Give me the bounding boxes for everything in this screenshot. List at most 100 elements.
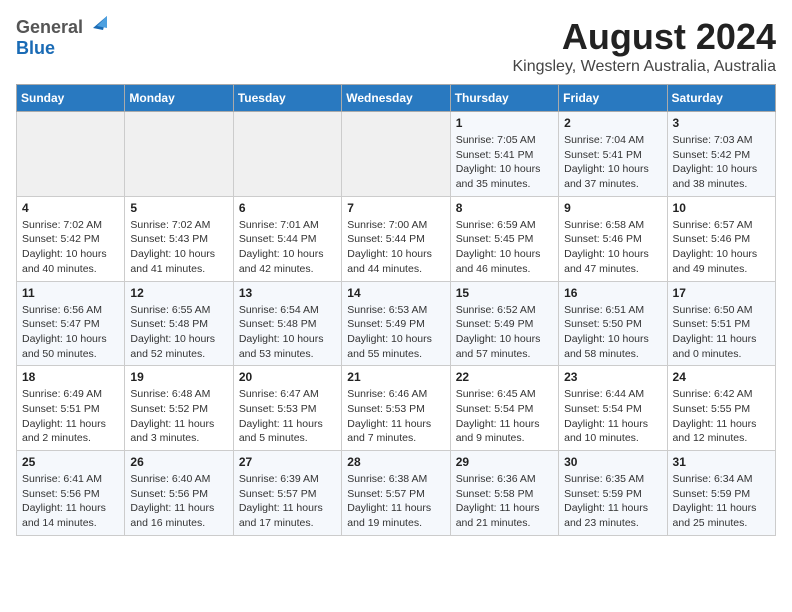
day-info: Sunrise: 7:02 AMSunset: 5:42 PMDaylight:… — [22, 218, 119, 277]
calendar-week-row: 11 Sunrise: 6:56 AMSunset: 5:47 PMDayligh… — [17, 281, 776, 366]
logo-blue-text: Blue — [16, 39, 55, 59]
calendar-cell: 6 Sunrise: 7:01 AMSunset: 5:44 PMDaylight… — [233, 196, 341, 281]
title-block: August 2024 Kingsley, Western Australia,… — [512, 16, 776, 76]
calendar-cell: 11 Sunrise: 6:56 AMSunset: 5:47 PMDayligh… — [17, 281, 125, 366]
logo-general-text: General — [16, 18, 83, 38]
calendar-cell: 8 Sunrise: 6:59 AMSunset: 5:45 PMDaylight… — [450, 196, 558, 281]
calendar-cell: 17Sunrise: 6:50 AMSunset: 5:51 PMDayligh… — [667, 281, 775, 366]
calendar-cell: 29 Sunrise: 6:36 AMSunset: 5:58 PMDayligh… — [450, 451, 558, 536]
day-number: 3 — [673, 116, 770, 130]
day-number: 30 — [564, 455, 661, 469]
day-number: 5 — [130, 201, 227, 215]
calendar-cell — [233, 112, 341, 197]
day-info: Sunrise: 6:53 AMSunset: 5:49 PMDaylight:… — [347, 303, 444, 362]
calendar-cell: 26Sunrise: 6:40 AMSunset: 5:56 PMDayligh… — [125, 451, 233, 536]
day-number: 13 — [239, 286, 336, 300]
day-number: 12 — [130, 286, 227, 300]
calendar-cell: 19 Sunrise: 6:48 AMSunset: 5:52 PMDayligh… — [125, 366, 233, 451]
day-number: 28 — [347, 455, 444, 469]
day-header-saturday: Saturday — [667, 85, 775, 112]
calendar-cell: 20Sunrise: 6:47 AMSunset: 5:53 PMDayligh… — [233, 366, 341, 451]
day-number: 23 — [564, 370, 661, 384]
calendar-cell: 1 Sunrise: 7:05 AMSunset: 5:41 PMDaylight… — [450, 112, 558, 197]
day-number: 1 — [456, 116, 553, 130]
day-info: Sunrise: 6:52 AMSunset: 5:49 PMDaylight:… — [456, 303, 553, 362]
calendar-cell: 25 Sunrise: 6:41 AMSunset: 5:56 PMDayligh… — [17, 451, 125, 536]
calendar-cell: 31 Sunrise: 6:34 AMSunset: 5:59 PMDayligh… — [667, 451, 775, 536]
calendar-week-row: 1 Sunrise: 7:05 AMSunset: 5:41 PMDaylight… — [17, 112, 776, 197]
day-info: Sunrise: 7:02 AMSunset: 5:43 PMDaylight:… — [130, 218, 227, 277]
calendar-cell: 12 Sunrise: 6:55 AMSunset: 5:48 PMDayligh… — [125, 281, 233, 366]
calendar-cell: 16 Sunrise: 6:51 AMSunset: 5:50 PMDayligh… — [559, 281, 667, 366]
day-info: Sunrise: 7:03 AMSunset: 5:42 PMDaylight:… — [673, 133, 770, 192]
day-header-tuesday: Tuesday — [233, 85, 341, 112]
day-info: Sunrise: 7:04 AMSunset: 5:41 PMDaylight:… — [564, 133, 661, 192]
page-header: General Blue August 2024 Kingsley, Weste… — [16, 16, 776, 76]
day-info: Sunrise: 6:39 AMSunset: 5:57 PMDaylight:… — [239, 472, 336, 531]
month-year-title: August 2024 — [512, 16, 776, 58]
day-number: 25 — [22, 455, 119, 469]
calendar-cell — [342, 112, 450, 197]
day-number: 21 — [347, 370, 444, 384]
calendar-table: SundayMondayTuesdayWednesdayThursdayFrid… — [16, 84, 776, 536]
day-info: Sunrise: 7:01 AMSunset: 5:44 PMDaylight:… — [239, 218, 336, 277]
day-info: Sunrise: 6:58 AMSunset: 5:46 PMDaylight:… — [564, 218, 661, 277]
day-number: 11 — [22, 286, 119, 300]
day-number: 31 — [673, 455, 770, 469]
day-info: Sunrise: 7:05 AMSunset: 5:41 PMDaylight:… — [456, 133, 553, 192]
day-info: Sunrise: 6:41 AMSunset: 5:56 PMDaylight:… — [22, 472, 119, 531]
day-info: Sunrise: 6:51 AMSunset: 5:50 PMDaylight:… — [564, 303, 661, 362]
day-number: 18 — [22, 370, 119, 384]
calendar-cell: 28 Sunrise: 6:38 AMSunset: 5:57 PMDayligh… — [342, 451, 450, 536]
day-info: Sunrise: 6:40 AMSunset: 5:56 PMDaylight:… — [130, 472, 227, 531]
calendar-week-row: 25 Sunrise: 6:41 AMSunset: 5:56 PMDayligh… — [17, 451, 776, 536]
day-info: Sunrise: 6:59 AMSunset: 5:45 PMDaylight:… — [456, 218, 553, 277]
day-info: Sunrise: 6:48 AMSunset: 5:52 PMDaylight:… — [130, 387, 227, 446]
location-subtitle: Kingsley, Western Australia, Australia — [512, 58, 776, 76]
day-number: 14 — [347, 286, 444, 300]
day-info: Sunrise: 6:54 AMSunset: 5:48 PMDaylight:… — [239, 303, 336, 362]
calendar-week-row: 18Sunrise: 6:49 AMSunset: 5:51 PMDayligh… — [17, 366, 776, 451]
calendar-cell: 21 Sunrise: 6:46 AMSunset: 5:53 PMDayligh… — [342, 366, 450, 451]
day-header-sunday: Sunday — [17, 85, 125, 112]
calendar-cell: 4Sunrise: 7:02 AMSunset: 5:42 PMDaylight… — [17, 196, 125, 281]
calendar-cell: 15 Sunrise: 6:52 AMSunset: 5:49 PMDayligh… — [450, 281, 558, 366]
calendar-cell: 2 Sunrise: 7:04 AMSunset: 5:41 PMDaylight… — [559, 112, 667, 197]
day-info: Sunrise: 6:46 AMSunset: 5:53 PMDaylight:… — [347, 387, 444, 446]
day-number: 16 — [564, 286, 661, 300]
day-info: Sunrise: 6:55 AMSunset: 5:48 PMDaylight:… — [130, 303, 227, 362]
day-number: 9 — [564, 201, 661, 215]
calendar-cell: 3 Sunrise: 7:03 AMSunset: 5:42 PMDaylight… — [667, 112, 775, 197]
day-number: 19 — [130, 370, 227, 384]
calendar-cell: 14 Sunrise: 6:53 AMSunset: 5:49 PMDayligh… — [342, 281, 450, 366]
day-info: Sunrise: 6:36 AMSunset: 5:58 PMDaylight:… — [456, 472, 553, 531]
day-header-wednesday: Wednesday — [342, 85, 450, 112]
day-number: 29 — [456, 455, 553, 469]
day-info: Sunrise: 6:34 AMSunset: 5:59 PMDaylight:… — [673, 472, 770, 531]
calendar-cell — [17, 112, 125, 197]
calendar-cell: 13 Sunrise: 6:54 AMSunset: 5:48 PMDayligh… — [233, 281, 341, 366]
calendar-cell: 7 Sunrise: 7:00 AMSunset: 5:44 PMDaylight… — [342, 196, 450, 281]
day-number: 15 — [456, 286, 553, 300]
day-info: Sunrise: 6:44 AMSunset: 5:54 PMDaylight:… — [564, 387, 661, 446]
day-number: 2 — [564, 116, 661, 130]
day-header-monday: Monday — [125, 85, 233, 112]
day-info: Sunrise: 7:00 AMSunset: 5:44 PMDaylight:… — [347, 218, 444, 277]
calendar-cell: 10Sunrise: 6:57 AMSunset: 5:46 PMDayligh… — [667, 196, 775, 281]
day-number: 7 — [347, 201, 444, 215]
day-number: 6 — [239, 201, 336, 215]
calendar-cell: 22Sunrise: 6:45 AMSunset: 5:54 PMDayligh… — [450, 366, 558, 451]
day-number: 8 — [456, 201, 553, 215]
calendar-cell: 30Sunrise: 6:35 AMSunset: 5:59 PMDayligh… — [559, 451, 667, 536]
day-info: Sunrise: 6:47 AMSunset: 5:53 PMDaylight:… — [239, 387, 336, 446]
day-number: 22 — [456, 370, 553, 384]
calendar-cell — [125, 112, 233, 197]
day-info: Sunrise: 6:57 AMSunset: 5:46 PMDaylight:… — [673, 218, 770, 277]
day-info: Sunrise: 6:50 AMSunset: 5:51 PMDaylight:… — [673, 303, 770, 362]
day-info: Sunrise: 6:56 AMSunset: 5:47 PMDaylight:… — [22, 303, 119, 362]
day-info: Sunrise: 6:38 AMSunset: 5:57 PMDaylight:… — [347, 472, 444, 531]
day-info: Sunrise: 6:42 AMSunset: 5:55 PMDaylight:… — [673, 387, 770, 446]
calendar-cell: 24Sunrise: 6:42 AMSunset: 5:55 PMDayligh… — [667, 366, 775, 451]
calendar-week-row: 4Sunrise: 7:02 AMSunset: 5:42 PMDaylight… — [17, 196, 776, 281]
calendar-cell: 18Sunrise: 6:49 AMSunset: 5:51 PMDayligh… — [17, 366, 125, 451]
